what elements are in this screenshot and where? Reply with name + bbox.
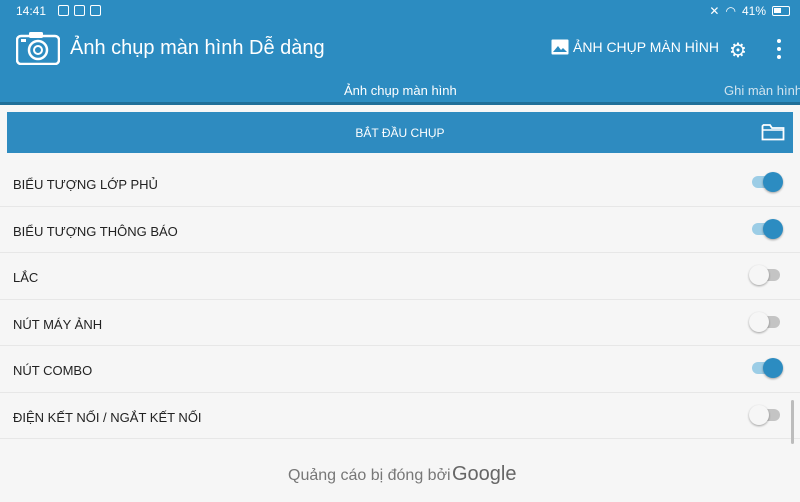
status-bar: 14:41 ✕ ◠ 41% — [0, 0, 800, 22]
setting-shake[interactable]: LẮC — [0, 253, 800, 300]
battery-icon — [772, 6, 790, 16]
battery-percent: 41% — [741, 4, 766, 18]
screenshot-action-label: ẢNH CHỤP MÀN HÌNH — [573, 39, 719, 55]
settings-list: BIỂU TƯỢNG LỚP PHỦ BIỂU TƯỢNG THÔNG BÁO … — [0, 160, 800, 439]
ad-banner: Quảng cáo bị đóng bởi Google — [0, 450, 800, 502]
setting-label: ĐIỆN KẾT NỐI / NGẮT KẾT NỐI — [13, 409, 202, 425]
app-title: Ảnh chụp màn hình Dễ dàng — [70, 37, 325, 59]
tab-indicator — [0, 102, 800, 105]
status-time: 14:41 — [16, 4, 47, 18]
power-connect-toggle[interactable] — [749, 404, 780, 425]
more-options-icon[interactable] — [771, 39, 787, 59]
setting-label: LẮC — [13, 270, 39, 285]
screenshot-notification-icon — [74, 5, 85, 16]
ad-closed-text: Quảng cáo bị đóng bởi — [288, 467, 451, 484]
overlay-icon-toggle[interactable] — [752, 172, 783, 192]
mute-icon: ✕ — [709, 4, 720, 18]
notification-icon-toggle[interactable] — [752, 218, 783, 239]
app-bar: Ảnh chụp màn hình Dễ dàng ẢNH CHỤP MÀN H… — [0, 22, 800, 74]
setting-combo-button[interactable]: NÚT COMBO — [0, 346, 800, 393]
setting-camera-button[interactable]: NÚT MÁY ẢNH — [0, 300, 800, 346]
tab-screenshot[interactable]: Ảnh chụp màn hình — [344, 83, 457, 98]
setting-power-connect[interactable]: ĐIỆN KẾT NỐI / NGẮT KẾT NỐI — [0, 393, 800, 439]
start-capture-button[interactable]: BẮT ĐẦU CHỤP — [7, 112, 793, 153]
tab-bar: Ảnh chụp màn hình Ghi màn hình — [0, 74, 800, 104]
setting-notification-icon[interactable]: BIỂU TƯỢNG THÔNG BÁO — [0, 207, 800, 253]
setting-label: NÚT COMBO — [13, 363, 93, 378]
folder-icon[interactable] — [761, 123, 785, 141]
google-logo: Google — [452, 463, 517, 485]
notification-icons — [58, 5, 101, 16]
image-notification-icon — [58, 5, 69, 16]
camera-button-toggle[interactable] — [749, 311, 780, 332]
gear-icon[interactable]: ⚙ — [729, 38, 747, 63]
setting-label: BIỂU TƯỢNG THÔNG BÁO — [13, 223, 178, 239]
setting-label: NÚT MÁY ẢNH — [13, 316, 103, 332]
camera-notification-icon — [90, 5, 101, 16]
shake-toggle[interactable] — [749, 265, 780, 285]
status-right: ✕ ◠ 41% — [709, 4, 790, 18]
combo-button-toggle[interactable] — [752, 358, 783, 378]
setting-overlay-icon[interactable]: BIỂU TƯỢNG LỚP PHỦ — [0, 160, 800, 207]
camera-logo-icon — [16, 32, 60, 65]
tab-screen-record[interactable]: Ghi màn hình — [724, 83, 800, 98]
screenshot-action-button[interactable]: ẢNH CHỤP MÀN HÌNH — [551, 39, 719, 55]
start-capture-label: BẮT ĐẦU CHỤP — [355, 126, 445, 140]
scrollbar[interactable] — [791, 400, 794, 444]
image-icon — [551, 39, 569, 55]
wifi-icon: ◠ — [725, 4, 736, 18]
setting-label: BIỂU TƯỢNG LỚP PHỦ — [13, 177, 158, 192]
